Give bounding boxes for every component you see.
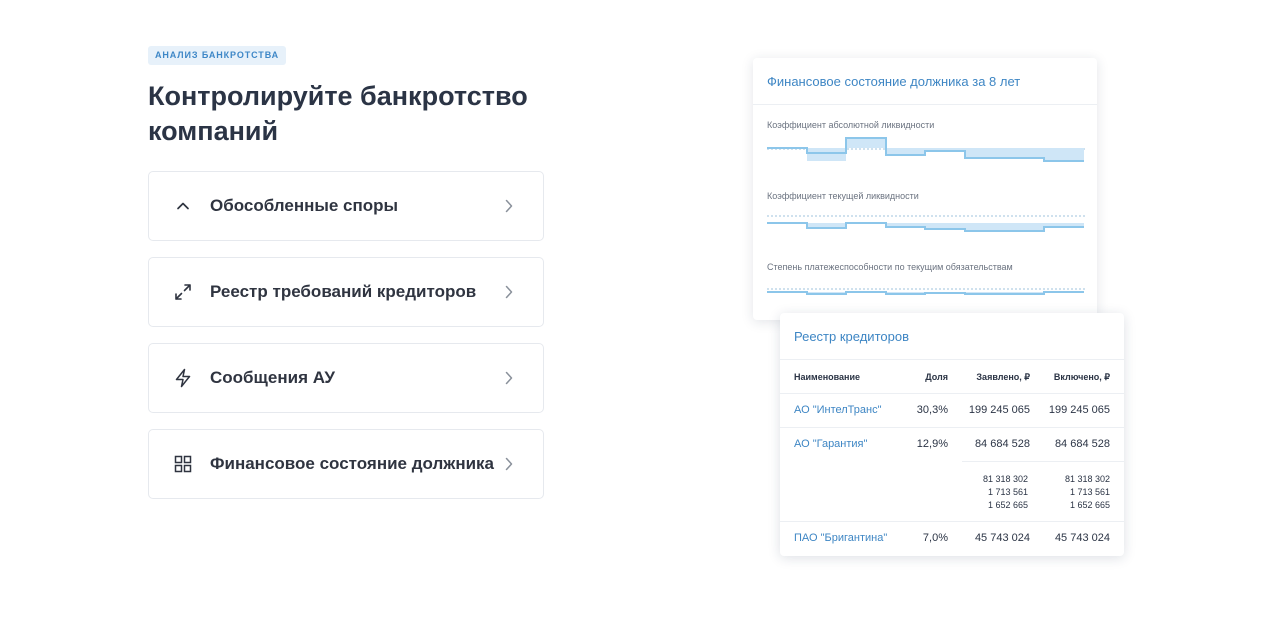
page-title: Контролируйте банкротство компаний — [148, 81, 528, 146]
feature-label: Финансовое состояние должника — [210, 454, 495, 473]
creditor-declared: 84 684 528 — [974, 438, 1030, 450]
finance-panel-title: Финансовое состояние должника за 8 лет — [753, 58, 1097, 105]
metric-label: Коэффициент текущей ликвидности — [767, 191, 919, 201]
divider — [780, 393, 1124, 394]
chevron-right-icon — [505, 456, 515, 472]
feature-card-au-messages[interactable]: Сообщения АУ — [148, 343, 544, 413]
creditor-name-link[interactable]: АО "ИнтелТранс" — [794, 404, 882, 416]
section-badge: АНАЛИЗ БАНКРОТСТВА — [148, 46, 287, 65]
sparkline-current-liquidity — [767, 215, 1085, 232]
column-header-share: Доля — [925, 372, 948, 382]
feature-card-disputes[interactable]: Обособленные споры — [148, 171, 544, 241]
feature-card-creditors-registry[interactable]: Реестр требований кредиторов — [148, 257, 544, 327]
creditor-share: 12,9% — [916, 438, 948, 450]
divider — [962, 461, 1124, 462]
creditor-share: 7,0% — [922, 532, 948, 544]
grid-icon — [173, 454, 193, 474]
sub-amount-declared: 81 318 302 — [982, 474, 1028, 484]
creditor-name-link[interactable]: ПАО "Бригантина" — [794, 532, 887, 544]
sub-amount-declared: 1 713 561 — [987, 487, 1028, 497]
sparkline-solvency — [767, 288, 1085, 295]
finance-panel: Финансовое состояние должника за 8 лет К… — [753, 58, 1097, 320]
chevron-right-icon — [505, 284, 515, 300]
sub-amount-included: 1 652 665 — [1069, 500, 1110, 510]
creditor-declared: 45 743 024 — [974, 532, 1030, 544]
feature-card-debtor-finance[interactable]: Финансовое состояние должника — [148, 429, 544, 499]
registry-panel: Реестр кредиторов Наименование Доля Заяв… — [780, 313, 1124, 556]
feature-label: Сообщения АУ — [210, 368, 335, 387]
chevron-right-icon — [505, 370, 515, 386]
creditor-declared: 199 245 065 — [968, 404, 1030, 416]
sparkline-absolute-liquidity — [767, 137, 1085, 162]
creditor-included: 45 743 024 — [1054, 532, 1110, 544]
expand-arrows-icon — [173, 282, 193, 302]
sub-amount-declared: 1 652 665 — [987, 500, 1028, 510]
sub-amount-included: 1 713 561 — [1069, 487, 1110, 497]
column-header-declared: Заявлено, ₽ — [976, 372, 1030, 382]
feature-label: Обособленные споры — [210, 196, 399, 215]
creditor-included: 84 684 528 — [1054, 438, 1110, 450]
metric-label: Коэффициент абсолютной ликвидности — [767, 120, 935, 130]
divider — [780, 521, 1124, 522]
feature-label: Реестр требований кредиторов — [210, 282, 477, 301]
chevron-up-icon — [173, 196, 193, 216]
creditor-included: 199 245 065 — [1048, 404, 1110, 416]
sub-amount-included: 81 318 302 — [1064, 474, 1110, 484]
lightning-icon — [173, 368, 193, 388]
chevron-right-icon — [505, 198, 515, 214]
divider — [780, 427, 1124, 428]
metric-label: Степень платежеспособности по текущим об… — [767, 262, 1013, 272]
creditor-share: 30,3% — [916, 404, 948, 416]
registry-panel-title: Реестр кредиторов — [780, 313, 1124, 360]
creditor-name-link[interactable]: АО "Гарантия" — [794, 438, 867, 450]
column-header-included: Включено, ₽ — [1053, 372, 1110, 382]
column-header-name: Наименование — [794, 372, 861, 382]
